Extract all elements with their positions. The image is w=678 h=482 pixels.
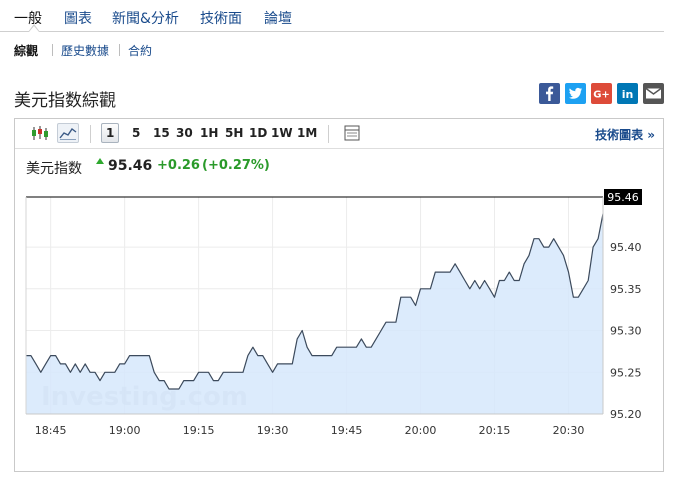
facebook-icon — [539, 83, 560, 104]
tab-charts[interactable]: 圖表 — [64, 8, 92, 28]
subnav-contracts[interactable]: 合約 — [128, 42, 152, 59]
google-plus-icon: G+ — [591, 83, 612, 104]
tab-technical[interactable]: 技術面 — [200, 8, 242, 28]
subnav-divider — [119, 44, 120, 56]
x-tick-label: 19:15 — [183, 424, 215, 437]
last-price-label: 95.46 — [607, 191, 639, 204]
svg-text:G+: G+ — [593, 90, 610, 101]
y-tick-label: 95.20 — [610, 408, 642, 421]
y-tick-label: 95.35 — [610, 283, 642, 296]
linkedin-share-button[interactable]: in — [617, 83, 638, 104]
subnav-overview[interactable]: 綜觀 — [14, 42, 38, 59]
top-nav: 一般 圖表 新聞&分析 技術面 論壇 — [0, 0, 664, 32]
tab-news-analysis[interactable]: 新聞&分析 — [112, 8, 179, 28]
x-tick-label: 20:15 — [479, 424, 511, 437]
y-tick-label: 95.25 — [610, 366, 642, 379]
subnav-historical-data[interactable]: 歷史數據 — [61, 42, 109, 59]
svg-text:in: in — [622, 88, 634, 101]
x-tick-label: 19:30 — [257, 424, 289, 437]
envelope-icon — [643, 83, 664, 104]
x-tick-label: 19:00 — [109, 424, 141, 437]
facebook-share-button[interactable] — [539, 83, 560, 104]
linkedin-icon: in — [617, 83, 638, 104]
page-title: 美元指数綜觀 — [14, 91, 116, 111]
chart-panel: 1 5 15 30 1H 5H 1D 1W 1M 技術圖表 » 美元指数 95.… — [14, 118, 664, 472]
price-chart: Investing.com95.2095.2595.3095.3595.4018… — [25, 189, 642, 437]
x-tick-label: 20:30 — [553, 424, 585, 437]
tab-forum[interactable]: 論壇 — [264, 8, 292, 28]
x-tick-label: 18:45 — [35, 424, 67, 437]
y-tick-label: 95.40 — [610, 241, 642, 254]
subnav-divider — [52, 44, 53, 56]
active-tab-indicator — [28, 24, 40, 32]
x-tick-label: 20:00 — [405, 424, 437, 437]
twitter-share-button[interactable] — [565, 83, 586, 104]
y-tick-label: 95.30 — [610, 325, 642, 338]
twitter-icon — [565, 83, 586, 104]
x-tick-label: 19:45 — [331, 424, 363, 437]
google-plus-share-button[interactable]: G+ — [591, 83, 612, 104]
email-share-button[interactable] — [643, 83, 664, 104]
